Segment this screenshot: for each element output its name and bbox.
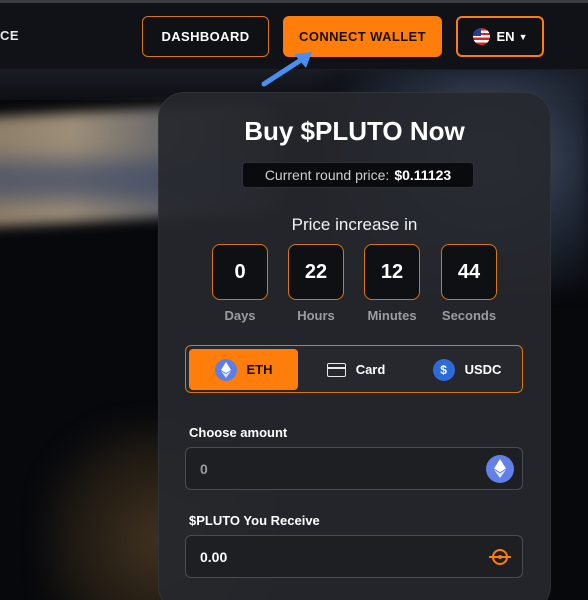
round-price-badge: Current round price: $0.11123 <box>242 162 474 188</box>
pluto-token-icon <box>486 543 514 571</box>
usdc-icon: $ <box>432 358 455 381</box>
countdown-seconds: 44 <box>441 244 497 300</box>
countdown-days-label: Days <box>224 308 256 323</box>
receive-input[interactable] <box>200 548 486 565</box>
amount-field <box>185 447 523 490</box>
amount-label: Choose amount <box>189 425 288 440</box>
pay-option-eth[interactable]: ETH <box>189 349 298 390</box>
ethereum-icon <box>486 454 514 483</box>
language-selector[interactable]: EN ▼ <box>456 16 544 57</box>
pay-option-label: Card <box>355 362 386 377</box>
price-increase-label: Price increase in <box>291 215 418 234</box>
presale-title: Buy $PLUTO Now <box>244 116 465 146</box>
pay-option-label: ETH <box>246 362 273 377</box>
pay-option-usdc[interactable]: $ USDC <box>414 349 520 390</box>
navbar-top-border <box>0 0 588 3</box>
amount-input[interactable] <box>200 460 486 477</box>
countdown-minutes-label: Minutes <box>367 308 417 323</box>
language-label: EN <box>496 29 515 44</box>
pay-option-card[interactable]: Card <box>304 349 408 390</box>
chevron-down-icon: ▼ <box>518 31 528 42</box>
countdown-days: 0 <box>212 244 268 300</box>
countdown-hours-label: Hours <box>297 308 335 323</box>
round-price-value: $0.11123 <box>394 167 452 183</box>
dashboard-button[interactable]: DASHBOARD <box>142 16 269 57</box>
countdown-seconds-label: Seconds <box>441 308 497 323</box>
nav-link-truncated[interactable]: CE <box>0 28 19 43</box>
receive-label: $PLUTO You Receive <box>189 513 320 528</box>
credit-card-icon <box>326 362 346 377</box>
receive-field <box>185 535 523 578</box>
ethereum-icon <box>214 358 237 381</box>
countdown-hours: 22 <box>288 244 344 300</box>
round-price-label: Current round price: <box>264 167 390 183</box>
us-flag-icon <box>472 28 490 45</box>
countdown-minutes: 12 <box>364 244 420 300</box>
pointer-arrow-icon <box>261 52 312 87</box>
pay-option-label: USDC <box>464 362 502 377</box>
payment-method-selector: ETH Card $ USDC <box>185 345 523 393</box>
